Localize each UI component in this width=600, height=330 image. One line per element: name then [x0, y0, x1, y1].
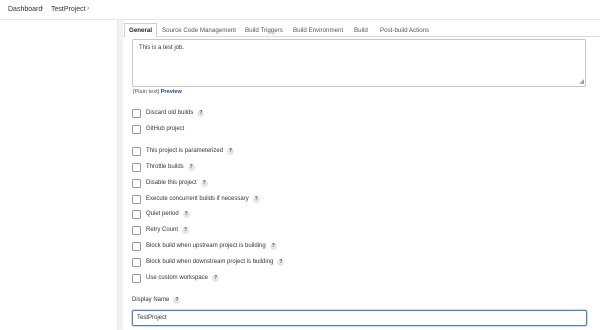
option-label: Block build when upstream project is bui… [146, 243, 266, 249]
help-icon[interactable]: ? [269, 243, 277, 250]
help-icon[interactable]: ? [182, 211, 190, 218]
help-icon[interactable]: ? [252, 196, 260, 203]
option-label: This project is parameterized [146, 148, 224, 154]
checkbox[interactable] [132, 147, 141, 156]
tab-build-triggers[interactable]: Build Triggers [245, 24, 283, 38]
option-label: Disable this project [146, 180, 197, 186]
tab-post-build-actions[interactable]: Post-build Actions [380, 24, 429, 38]
option-label: Throttle builds [146, 164, 184, 170]
help-icon[interactable]: ? [187, 164, 195, 171]
plain-text-label: [Plain text] [133, 89, 160, 95]
breadcrumb-project-link[interactable]: TestProject [51, 6, 86, 13]
chevron-right-icon[interactable]: › [41, 5, 43, 12]
checkbox[interactable] [132, 109, 141, 118]
checkbox[interactable] [132, 226, 141, 235]
help-icon[interactable]: ? [197, 110, 205, 117]
help-icon[interactable]: ? [212, 275, 220, 282]
option-label: Block build when downstream project is b… [146, 259, 274, 265]
tab-build[interactable]: Build [354, 24, 368, 38]
chevron-right-icon[interactable]: › [87, 5, 89, 12]
help-icon[interactable]: ? [227, 148, 235, 155]
help-icon[interactable]: ? [173, 297, 181, 304]
option-label: Discard old builds [146, 110, 194, 116]
config-tabs: General Source Code Management Build Tri… [123, 20, 600, 38]
help-icon[interactable]: ? [200, 180, 208, 187]
option-label: Use custom workspace [146, 275, 209, 281]
description-format: [Plain text] Preview [133, 89, 182, 95]
tab-source-code-management[interactable]: Source Code Management [162, 24, 236, 38]
option-label: Execute concurrent builds if necessary [146, 196, 249, 202]
checkbox[interactable] [132, 242, 141, 251]
checkbox[interactable] [132, 125, 141, 134]
option-label: Quiet period [146, 211, 179, 217]
display-name-label: Display Name? [132, 297, 181, 304]
tab-build-environment[interactable]: Build Environment [293, 24, 343, 38]
checkbox[interactable] [132, 274, 141, 283]
display-name-input[interactable]: TestProject [132, 310, 587, 326]
description-textarea[interactable]: This is a test job. ◢ [132, 39, 586, 87]
breadcrumb-dashboard-link[interactable]: Dashboard [8, 6, 42, 13]
checkbox[interactable] [132, 163, 141, 172]
sidebar [0, 20, 118, 330]
option-label: Retry Count [146, 227, 179, 233]
checkbox[interactable] [132, 195, 141, 204]
checkbox[interactable] [132, 258, 141, 267]
breadcrumb: Dashboard › TestProject › [0, 0, 600, 20]
display-name-label-text: Display Name [132, 297, 170, 303]
help-icon[interactable]: ? [182, 227, 190, 234]
checkbox[interactable] [132, 179, 141, 188]
description-text: This is a test job. [139, 45, 185, 51]
checkbox[interactable] [132, 210, 141, 219]
option-label: GitHub project [146, 126, 185, 132]
tab-general[interactable]: General [124, 23, 158, 38]
preview-link[interactable]: Preview [161, 89, 182, 95]
help-icon[interactable]: ? [277, 259, 285, 266]
resize-handle-icon[interactable]: ◢ [579, 79, 584, 85]
